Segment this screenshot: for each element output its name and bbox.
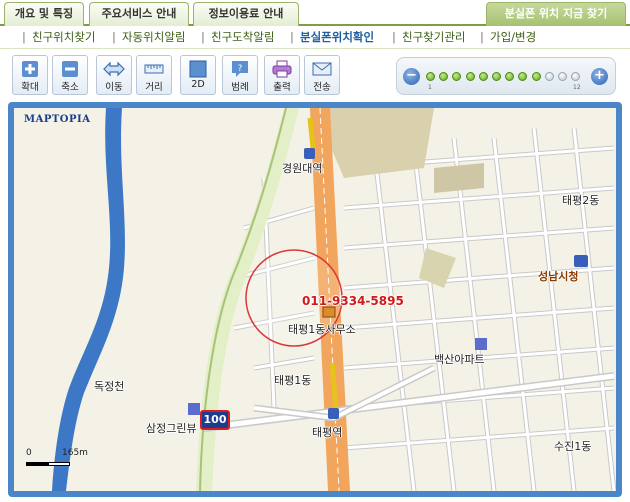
scale-start: 0 (26, 448, 32, 458)
label-sujin1: 수진1동 (554, 440, 592, 453)
ruler-icon (144, 64, 164, 74)
print-icon (272, 60, 292, 78)
move-button[interactable]: 이동 (96, 55, 132, 95)
move-label: 이동 (105, 82, 123, 93)
svg-text:?: ? (238, 64, 243, 74)
zoom-level-dot[interactable] (505, 72, 515, 81)
menu-separator: | (392, 30, 396, 44)
label-taepyeong1-office: 태평1동사무소 (288, 323, 356, 336)
sub-menu: | 친구위치찾기 | 자동위치알림 | 친구도착알림 | 분실폰위치확인 | 친… (0, 28, 630, 48)
legend-button[interactable]: ? 범례 (222, 55, 258, 95)
print-label: 출력 (273, 82, 291, 93)
menu-signup-change[interactable]: 가입/변경 (490, 28, 536, 46)
menu-separator: | (112, 30, 116, 44)
menu-separator: | (290, 30, 294, 44)
distance-label: 거리 (145, 82, 163, 93)
scale-bar (26, 462, 70, 466)
zoom-level-dot[interactable] (426, 72, 435, 81)
zoom-min-label: 1 (428, 84, 432, 91)
tab-fee-info[interactable]: 정보이용료 안내 (193, 2, 299, 26)
highway-number: 100 (203, 413, 227, 426)
zoom-level-dot[interactable] (439, 72, 449, 81)
zoom-minus-button[interactable]: − (403, 68, 420, 85)
highway-shield: 100 (200, 410, 230, 430)
label-taepyeong1: 태평1동 (274, 374, 312, 387)
zoom-in-label: 확대 (21, 82, 39, 93)
zoom-level-dot[interactable] (492, 72, 501, 81)
zoom-level-dot[interactable] (518, 72, 528, 81)
map-frame: MAPTOPIA 경원대역 태평2동 성남시청 011-9334-5895 태평… (8, 102, 622, 497)
logo-text: MAPTOPIA (24, 114, 91, 125)
print-button[interactable]: 출력 (264, 55, 300, 95)
zoom-level-dot[interactable] (571, 72, 581, 81)
menu-separator: | (22, 30, 26, 44)
zoom-in-button[interactable]: 확대 (12, 55, 48, 95)
zoom-plus-button[interactable]: + (591, 68, 608, 85)
submenu-divider (0, 48, 630, 49)
label-taepyeong-station: 태평역 (312, 426, 343, 439)
menu-separator: | (201, 30, 205, 44)
zoom-out-button[interactable]: 축소 (52, 55, 88, 95)
menu-separator: | (480, 30, 484, 44)
menu-friend-finder-manage[interactable]: 친구찾기관리 (402, 28, 465, 46)
label-samjeong-greenview: 삼정그린뷰 (146, 422, 197, 435)
send-button[interactable]: 전송 (304, 55, 340, 95)
zoom-level-dot[interactable] (465, 72, 475, 81)
map-scale: 0 165m (24, 446, 104, 472)
distance-button[interactable]: 거리 (136, 55, 172, 95)
move-icon (103, 61, 125, 77)
menu-friend-location[interactable]: 친구위치찾기 (32, 28, 95, 46)
zoom-level-dot[interactable] (544, 72, 554, 81)
view-2d-button[interactable]: 2D (180, 55, 216, 95)
lost-phone-number: 011-9334-5895 (302, 294, 404, 308)
tab-find-lost-phone-now[interactable]: 분실폰 위치 지금 찾기 (486, 2, 626, 26)
label-taepyeong2: 태평2동 (562, 194, 600, 207)
menu-auto-location-alert[interactable]: 자동위치알림 (122, 28, 185, 46)
zoom-level-dot[interactable] (478, 72, 488, 81)
zoom-out-icon (62, 61, 78, 77)
tab-main-services[interactable]: 주요서비스 안내 (89, 2, 189, 26)
map-toolbar: 확대 축소 이동 거리 2D ? 범례 출력 전송 − + 1 12 (8, 55, 620, 99)
legend-icon: ? (232, 61, 248, 77)
2d-icon (189, 60, 207, 78)
tab-overview[interactable]: 개요 및 특징 (4, 2, 84, 26)
zoom-level-bar: − + 1 12 (396, 57, 616, 95)
zoom-level-dot[interactable] (452, 72, 462, 81)
zoom-level-dot[interactable] (558, 72, 567, 81)
send-icon (312, 62, 332, 76)
menu-friend-arrival-alert[interactable]: 친구도착알림 (211, 28, 274, 46)
map-canvas[interactable]: MAPTOPIA 경원대역 태평2동 성남시청 011-9334-5895 태평… (14, 108, 616, 491)
zoom-level-dot[interactable] (531, 72, 541, 81)
maptopia-logo: MAPTOPIA (24, 114, 90, 125)
label-seongnam-cityhall: 성남시청 (538, 270, 579, 283)
send-label: 전송 (313, 82, 331, 93)
menu-lost-phone-location[interactable]: 분실폰위치확인 (300, 28, 374, 46)
legend-label: 범례 (231, 82, 249, 93)
view-2d-label: 2D (191, 79, 205, 90)
scale-end: 165m (62, 448, 88, 458)
label-dokjeongcheon: 독정천 (94, 380, 125, 393)
label-baeksan-apt: 백산아파트 (434, 353, 485, 366)
zoom-out-label: 축소 (61, 82, 79, 93)
top-tab-bar: 개요 및 특징 주요서비스 안내 정보이용료 안내 분실폰 위치 지금 찾기 (0, 0, 630, 26)
app-root: 개요 및 특징 주요서비스 안내 정보이용료 안내 분실폰 위치 지금 찾기 |… (0, 0, 630, 502)
zoom-in-icon (22, 61, 38, 77)
zoom-max-label: 12 (573, 84, 581, 91)
label-gyeongwon-station: 경원대역 (282, 162, 323, 175)
